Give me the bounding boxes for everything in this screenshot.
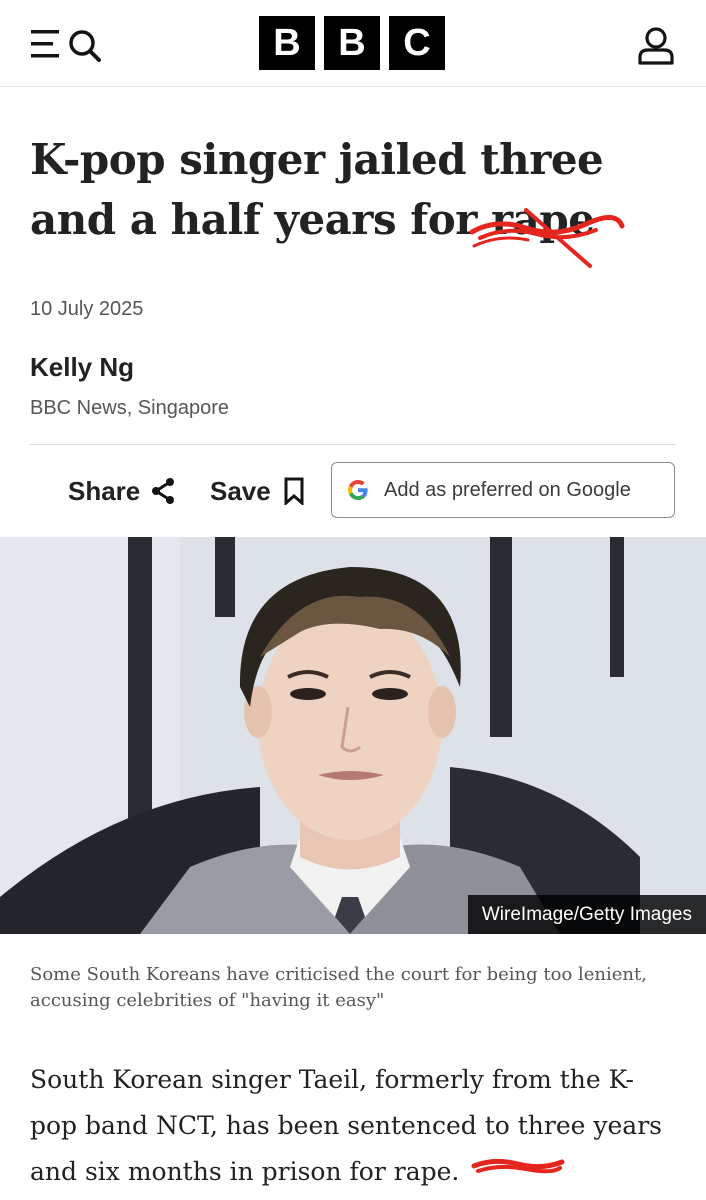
add-preferred-google-button[interactable]: Add as preferred on Google bbox=[331, 462, 675, 518]
body-obscured-word: rape. bbox=[393, 1157, 460, 1186]
image-caption: Some South Koreans have criticised the c… bbox=[30, 964, 647, 1011]
author-outlet: BBC News, Singapore bbox=[30, 397, 229, 419]
article-headline: K-pop singer jailed three and a half yea… bbox=[30, 130, 670, 250]
article-body-paragraph: South Korean singer Taeil, formerly from… bbox=[30, 1057, 680, 1195]
logo-letter-b1: B bbox=[259, 16, 315, 70]
share-button[interactable]: Share bbox=[68, 472, 176, 510]
account-button[interactable] bbox=[636, 26, 676, 66]
top-navigation-bar: B B C bbox=[0, 0, 706, 87]
logo-letter-b2: B bbox=[324, 16, 380, 70]
portrait-image bbox=[0, 537, 706, 934]
article-photo: WireImage/Getty Images bbox=[0, 537, 706, 934]
headline-obscured-word: rape bbox=[491, 195, 595, 244]
logo-letter-c: C bbox=[389, 16, 445, 70]
menu-search-button[interactable] bbox=[30, 26, 104, 64]
share-label: Share bbox=[68, 475, 141, 506]
publish-date: 10 July 2025 bbox=[30, 298, 144, 320]
share-icon bbox=[152, 478, 175, 504]
divider bbox=[30, 444, 676, 445]
google-button-label: Add as preferred on Google bbox=[384, 478, 631, 501]
menu-icon bbox=[31, 30, 101, 62]
save-label: Save bbox=[210, 475, 271, 506]
body-text: South Korean singer Taeil, formerly from… bbox=[30, 1065, 662, 1186]
save-button[interactable]: Save bbox=[210, 472, 305, 510]
search-icon bbox=[69, 30, 101, 62]
google-g-icon bbox=[348, 480, 368, 500]
account-icon bbox=[638, 27, 674, 65]
image-credit: WireImage/Getty Images bbox=[467, 895, 706, 934]
bookmark-icon bbox=[284, 477, 304, 505]
bbc-logo[interactable]: B B C bbox=[259, 16, 445, 70]
author-name[interactable]: Kelly Ng bbox=[30, 352, 134, 383]
